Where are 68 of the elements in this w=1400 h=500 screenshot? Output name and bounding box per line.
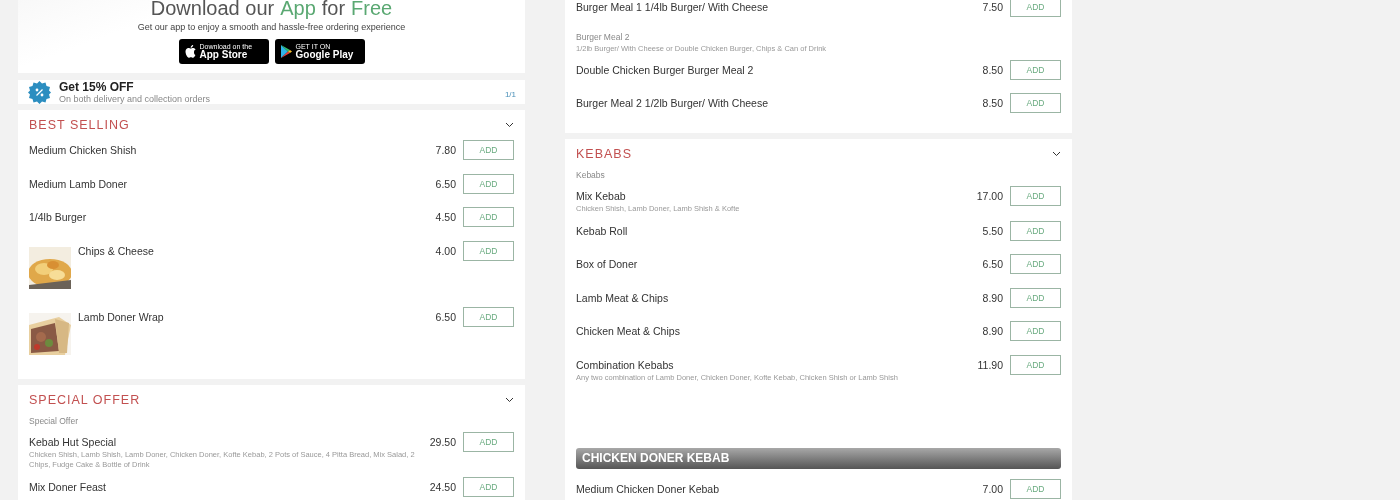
item-name: Burger Meal 2 1/2lb Burger/ With Cheese bbox=[576, 97, 768, 109]
item-price: 4.50 bbox=[435, 210, 456, 223]
add-button[interactable]: ADD bbox=[463, 140, 514, 160]
apple-icon bbox=[184, 45, 196, 58]
banner-title: Download our App for Free bbox=[150, 0, 393, 20]
add-button[interactable]: ADD bbox=[463, 306, 514, 327]
item-name: Lamb Meat & Chips bbox=[576, 291, 669, 304]
add-button[interactable]: ADD bbox=[463, 240, 514, 261]
chevron-down-icon[interactable] bbox=[505, 396, 514, 403]
add-button[interactable]: ADD bbox=[463, 173, 514, 194]
chevron-down-icon[interactable] bbox=[1052, 150, 1061, 157]
item-name: Mix Doner Feast bbox=[29, 480, 107, 493]
add-button[interactable]: ADD bbox=[1010, 185, 1061, 206]
group-label: Special Offer bbox=[29, 415, 79, 426]
item-price: 6.50 bbox=[435, 309, 456, 323]
play-icon bbox=[280, 45, 292, 58]
section-title: BEST SELLING bbox=[29, 118, 131, 132]
add-button[interactable]: ADD bbox=[463, 431, 514, 452]
item-price: 17.00 bbox=[976, 188, 1003, 202]
item-name: Box of Doner bbox=[576, 258, 638, 270]
offer-pager: 1/1 bbox=[504, 90, 516, 99]
group-label: Kebabs bbox=[576, 169, 606, 180]
item-price: 24.50 bbox=[429, 479, 456, 493]
item-name: Burger Meal 1 1/4lb Burger/ With Cheese bbox=[576, 1, 768, 13]
item-name: Medium Chicken Shish bbox=[29, 144, 137, 156]
group-label: Burger Meal 2 bbox=[576, 31, 631, 42]
item-price: 11.90 bbox=[977, 357, 1003, 371]
item-price: 5.50 bbox=[982, 223, 1003, 237]
add-button[interactable]: ADD bbox=[1010, 93, 1061, 113]
item-price: 6.50 bbox=[982, 257, 1003, 270]
add-button[interactable]: ADD bbox=[1010, 478, 1061, 499]
item-price: 7.00 bbox=[982, 481, 1003, 495]
add-button[interactable]: ADD bbox=[1010, 287, 1061, 308]
add-button[interactable]: ADD bbox=[1010, 254, 1061, 274]
add-button[interactable]: ADD bbox=[1010, 220, 1061, 241]
item-name: Combination Kebabs bbox=[576, 358, 675, 371]
item-price: 4.00 bbox=[435, 243, 456, 257]
add-button[interactable]: ADD bbox=[463, 207, 514, 227]
item-name: 1/4lb Burger bbox=[29, 211, 87, 223]
item-name: Double Chicken Burger Burger Meal 2 bbox=[576, 63, 754, 76]
item-price: 8.90 bbox=[982, 324, 1003, 337]
item-name: Medium Lamb Doner bbox=[29, 177, 128, 190]
section-title: SPECIAL OFFER bbox=[29, 392, 142, 407]
add-button[interactable]: ADD bbox=[1010, 59, 1061, 80]
item-name: Kebab Roll bbox=[576, 224, 628, 237]
item-price: 8.50 bbox=[982, 96, 1003, 109]
item-price: 8.50 bbox=[982, 62, 1003, 76]
add-button[interactable]: ADD bbox=[463, 476, 514, 497]
item-price: 7.80 bbox=[435, 143, 456, 156]
item-price: 29.50 bbox=[429, 434, 456, 448]
offer-subtitle: On both delivery and collection orders bbox=[59, 94, 212, 104]
item-name: Medium Chicken Doner Kebab bbox=[576, 482, 719, 495]
item-name: Kebab Hut Special bbox=[29, 435, 117, 448]
item-name: Chips & Cheese bbox=[78, 244, 154, 257]
add-button[interactable]: ADD bbox=[1010, 0, 1061, 17]
banner-subtitle: Get our app to enjoy a smooth and hassle-free ordering experience bbox=[137, 21, 406, 34]
item-price: 8.90 bbox=[982, 290, 1003, 304]
item-name: Lamb Doner Wrap bbox=[78, 310, 164, 323]
item-name: Mix Kebab bbox=[576, 189, 627, 202]
add-button[interactable]: ADD bbox=[1010, 354, 1061, 375]
item-price: 7.50 bbox=[982, 0, 1003, 13]
add-button[interactable]: ADD bbox=[1010, 321, 1061, 341]
offer-title: Get 15% OFF bbox=[59, 80, 135, 94]
category-banner: CHICKEN DONER KEBAB bbox=[576, 447, 1061, 469]
item-price: 6.50 bbox=[435, 176, 456, 190]
chevron-down-icon[interactable] bbox=[505, 122, 514, 128]
item-name: Chicken Meat & Chips bbox=[576, 325, 680, 337]
section-title: KEBABS bbox=[576, 146, 634, 161]
